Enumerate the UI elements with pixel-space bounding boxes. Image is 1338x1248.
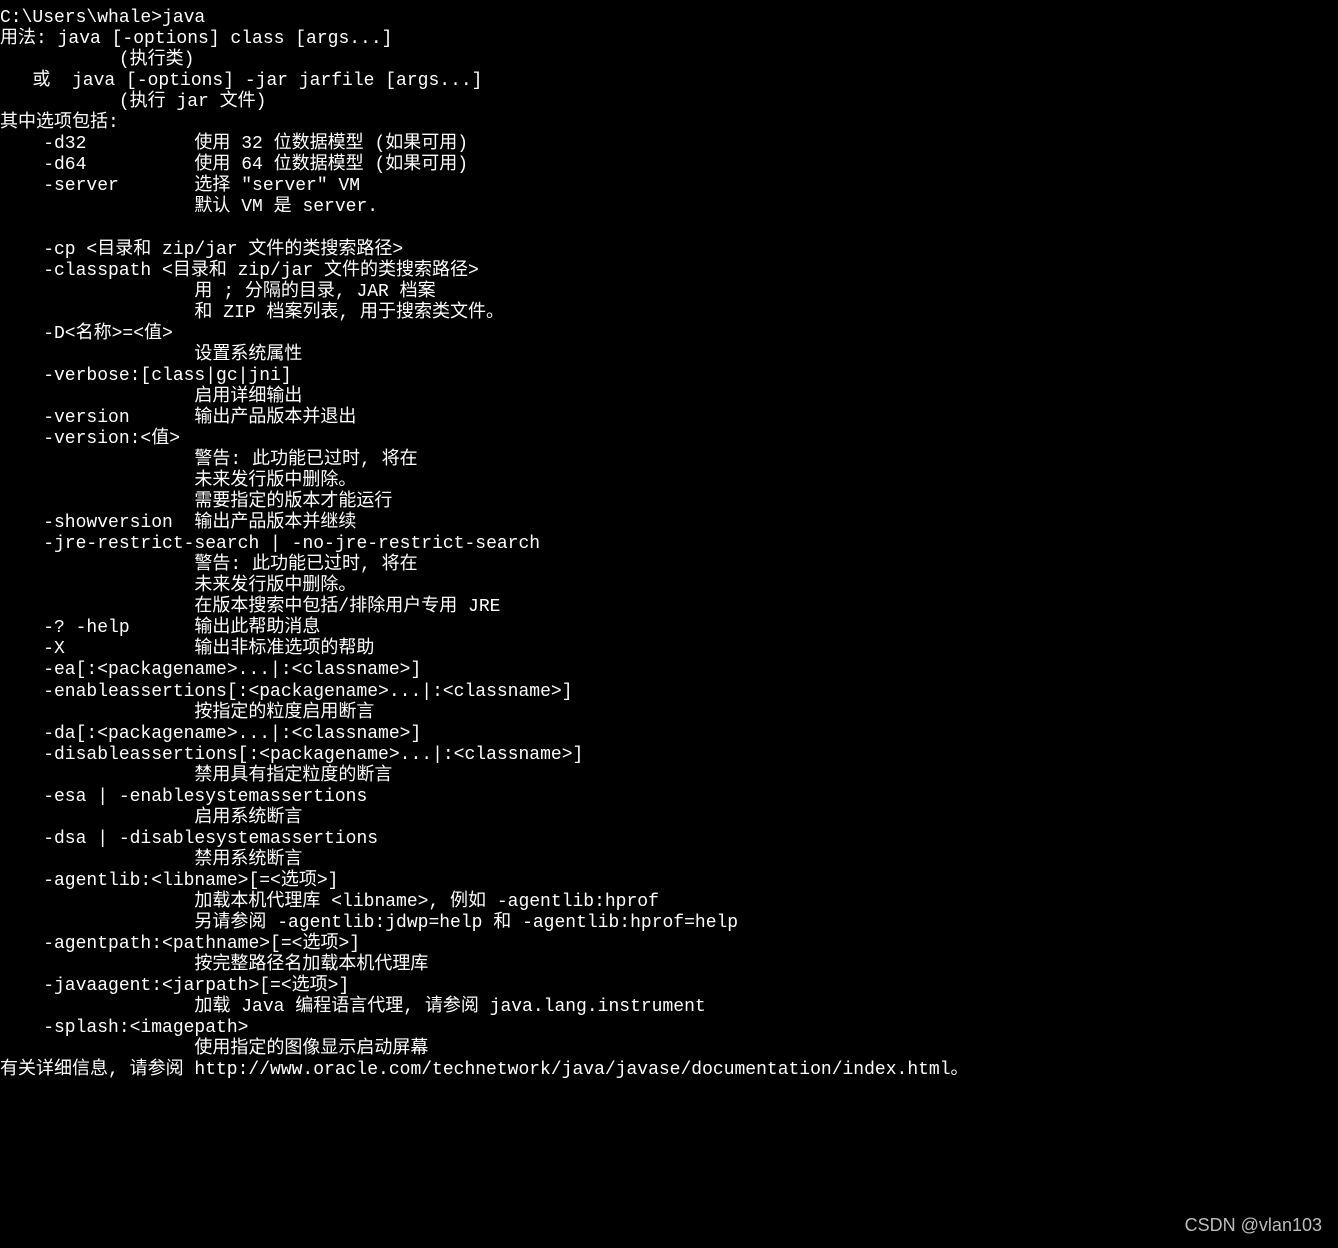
terminal-output[interactable]: C:\Users\whale>java 用法: java [-options] … [0,0,1338,1081]
watermark-text: CSDN @vlan103 [1185,1215,1322,1236]
terminal-text: C:\Users\whale>java 用法: java [-options] … [0,8,969,1080]
